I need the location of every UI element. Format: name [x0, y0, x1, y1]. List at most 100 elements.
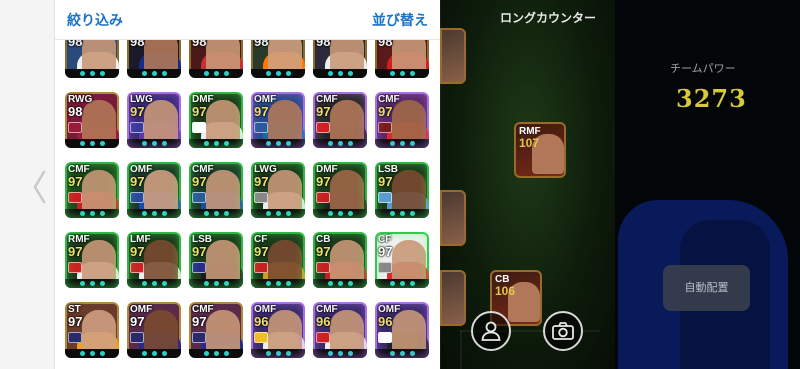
player-card[interactable]: CF 97	[251, 232, 305, 288]
skill-dot	[79, 71, 85, 76]
skill-dot	[389, 211, 395, 216]
skill-dot	[223, 351, 229, 356]
player-card[interactable]: CMF 97	[189, 162, 243, 218]
player-rating: 96	[254, 314, 269, 329]
team-power-label: チームパワー	[670, 62, 736, 75]
player-rating: 96	[316, 314, 331, 329]
player-card[interactable]: OMF 97	[251, 92, 305, 148]
skill-dot	[161, 141, 167, 146]
player-rating: 97	[68, 244, 83, 259]
skill-dot	[79, 141, 85, 146]
skill-dot	[79, 281, 85, 286]
skill-dot	[389, 281, 395, 286]
player-card[interactable]: CMF 96	[313, 302, 367, 358]
player-card[interactable]: CMF 97	[313, 92, 367, 148]
player-card[interactable]: OMF 97	[127, 162, 181, 218]
person-button[interactable]	[471, 311, 511, 351]
player-card[interactable]: CMF 97	[375, 92, 429, 148]
skill-dots	[251, 209, 305, 218]
skill-dots	[127, 69, 181, 78]
player-rating: 97	[254, 244, 269, 259]
player-rating: 97	[68, 174, 83, 189]
player-card[interactable]: LSB 97	[375, 162, 429, 218]
pitch-line	[460, 330, 462, 369]
pitch-player-card[interactable]	[440, 190, 466, 246]
skill-dots	[251, 349, 305, 358]
player-card[interactable]: DMF 97	[313, 162, 367, 218]
skill-dots	[189, 139, 243, 148]
camera-button[interactable]	[543, 311, 583, 351]
skill-dot	[327, 281, 333, 286]
skill-dot	[213, 141, 219, 146]
player-card[interactable]: RWG 98	[65, 92, 119, 148]
chevron-left-icon[interactable]	[32, 170, 52, 206]
player-card[interactable]: CF 97	[375, 232, 429, 288]
player-portrait	[144, 100, 178, 142]
skill-dots	[65, 69, 119, 78]
player-card[interactable]: CMF 97	[65, 162, 119, 218]
skill-dots	[65, 279, 119, 288]
player-list-panel: 絞り込み 並び替え 98 98 98 98 98 98 RWG 98 LWG 97 DMF 97 OMF…	[55, 0, 440, 369]
player-card[interactable]: OMF 96	[251, 302, 305, 358]
player-card[interactable]: ST 97	[65, 302, 119, 358]
skill-dot	[161, 71, 167, 76]
club-badge	[378, 332, 392, 343]
skill-dot	[337, 281, 343, 286]
skill-dot	[275, 351, 281, 356]
player-card[interactable]: CMF 97	[189, 302, 243, 358]
filter-button[interactable]: 絞り込み	[67, 10, 123, 30]
skill-dot	[89, 71, 95, 76]
player-portrait	[206, 100, 240, 142]
skill-dots	[127, 139, 181, 148]
player-card[interactable]: OMF 96	[375, 302, 429, 358]
skill-dot	[161, 211, 167, 216]
skill-dots	[251, 69, 305, 78]
club-badge	[192, 122, 206, 133]
player-card[interactable]: DMF 97	[189, 92, 243, 148]
skill-dot	[285, 351, 291, 356]
player-portrait	[82, 240, 116, 282]
player-rating: 97	[130, 174, 145, 189]
skill-dot	[327, 71, 333, 76]
sort-button[interactable]: 並び替え	[372, 10, 428, 30]
player-portrait	[268, 170, 302, 212]
formation-label[interactable]: ロングカウンター	[500, 9, 596, 26]
skill-dot	[161, 281, 167, 286]
skill-dots	[127, 209, 181, 218]
player-rating: 97	[130, 314, 145, 329]
skill-dot	[337, 211, 343, 216]
skill-dot	[389, 71, 395, 76]
auto-arrange-button[interactable]: 自動配置	[663, 265, 750, 311]
player-rating: 97	[130, 104, 145, 119]
pitch-player-card[interactable]	[440, 28, 466, 84]
player-portrait	[392, 170, 426, 212]
team-power-value: 3273	[676, 84, 747, 113]
skill-dot	[89, 211, 95, 216]
pitch-player-card[interactable]	[440, 270, 466, 326]
player-portrait	[392, 100, 426, 142]
player-card[interactable]: LWG 97	[127, 92, 181, 148]
player-card[interactable]: LWG 97	[251, 162, 305, 218]
skill-dots	[313, 279, 367, 288]
skill-dot	[203, 141, 209, 146]
player-portrait	[144, 240, 178, 282]
player-card[interactable]: CB 97	[313, 232, 367, 288]
club-badge	[254, 192, 268, 203]
skill-dots	[313, 349, 367, 358]
skill-dots	[375, 209, 429, 218]
player-rating: 106	[495, 284, 516, 298]
skill-dot	[285, 211, 291, 216]
player-card[interactable]: RMF 97	[65, 232, 119, 288]
skill-dot	[389, 351, 395, 356]
skill-dot	[141, 351, 147, 356]
pitch-player-card[interactable]: RMF 107	[514, 122, 566, 178]
skill-dot	[347, 211, 353, 216]
skill-dot	[99, 351, 105, 356]
skill-dot	[265, 281, 271, 286]
player-card[interactable]: LMF 97	[127, 232, 181, 288]
player-card[interactable]: OMF 97	[127, 302, 181, 358]
player-card[interactable]: LSB 97	[189, 232, 243, 288]
skill-dot	[151, 141, 157, 146]
skill-dot	[347, 351, 353, 356]
skill-dot	[223, 281, 229, 286]
